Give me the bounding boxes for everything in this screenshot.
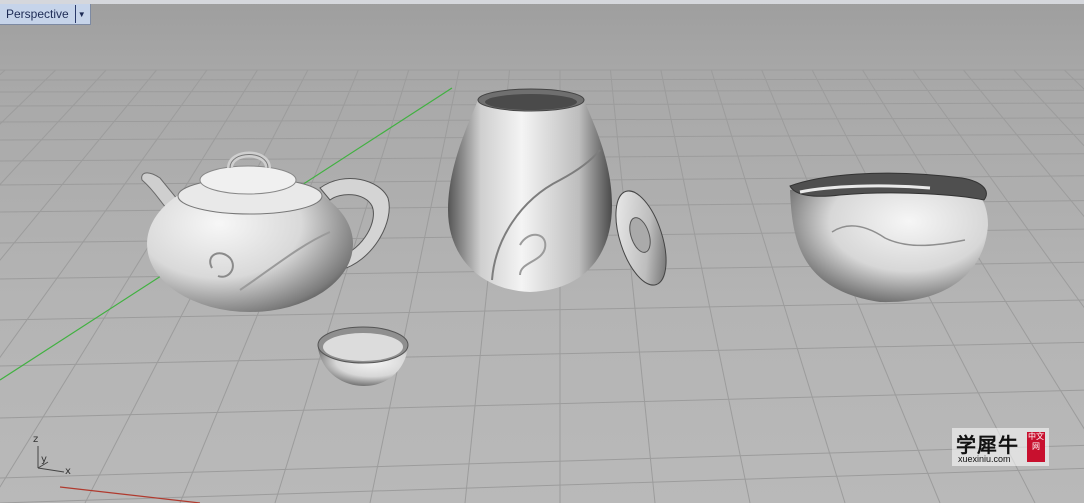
tea-canister[interactable]: [448, 88, 612, 292]
watermark-logo: 学犀牛 xuexiniu.com 中文网: [952, 428, 1049, 466]
viewport-title-tab[interactable]: Perspective ▼: [0, 4, 91, 25]
grid-line: [0, 341, 1084, 367]
grid-line: [369, 69, 460, 503]
grid-line: [0, 69, 157, 261]
axis-widget: z y x: [28, 432, 78, 482]
grid-line: [0, 78, 1084, 81]
watermark-seal: 中文网: [1027, 432, 1045, 462]
triangle-down-icon: ▼: [77, 9, 86, 19]
perspective-viewport[interactable]: Perspective ▼ z y x 学犀牛 xuexiniu.com 中文网: [0, 0, 1084, 503]
grid-line: [710, 69, 846, 503]
grid-line: [0, 299, 1084, 321]
fair-cup-pitcher[interactable]: [789, 172, 988, 303]
viewport-title[interactable]: Perspective: [0, 7, 75, 21]
watermark-url: xuexiniu.com: [958, 454, 1011, 464]
viewport-menu-button[interactable]: ▼: [74, 5, 88, 23]
grid-line: [0, 69, 6, 76]
axis-y-label: y: [41, 454, 47, 465]
grid-line: [660, 69, 751, 503]
axis-x-label: x: [65, 466, 71, 477]
tea-cup[interactable]: [317, 326, 409, 386]
axis-z-label: z: [33, 434, 39, 445]
canister-lid[interactable]: [606, 185, 676, 291]
teapot[interactable]: [141, 151, 390, 313]
scene-canvas[interactable]: [0, 0, 1084, 503]
grid-line: [0, 389, 1084, 419]
grid-line: [609, 69, 656, 503]
